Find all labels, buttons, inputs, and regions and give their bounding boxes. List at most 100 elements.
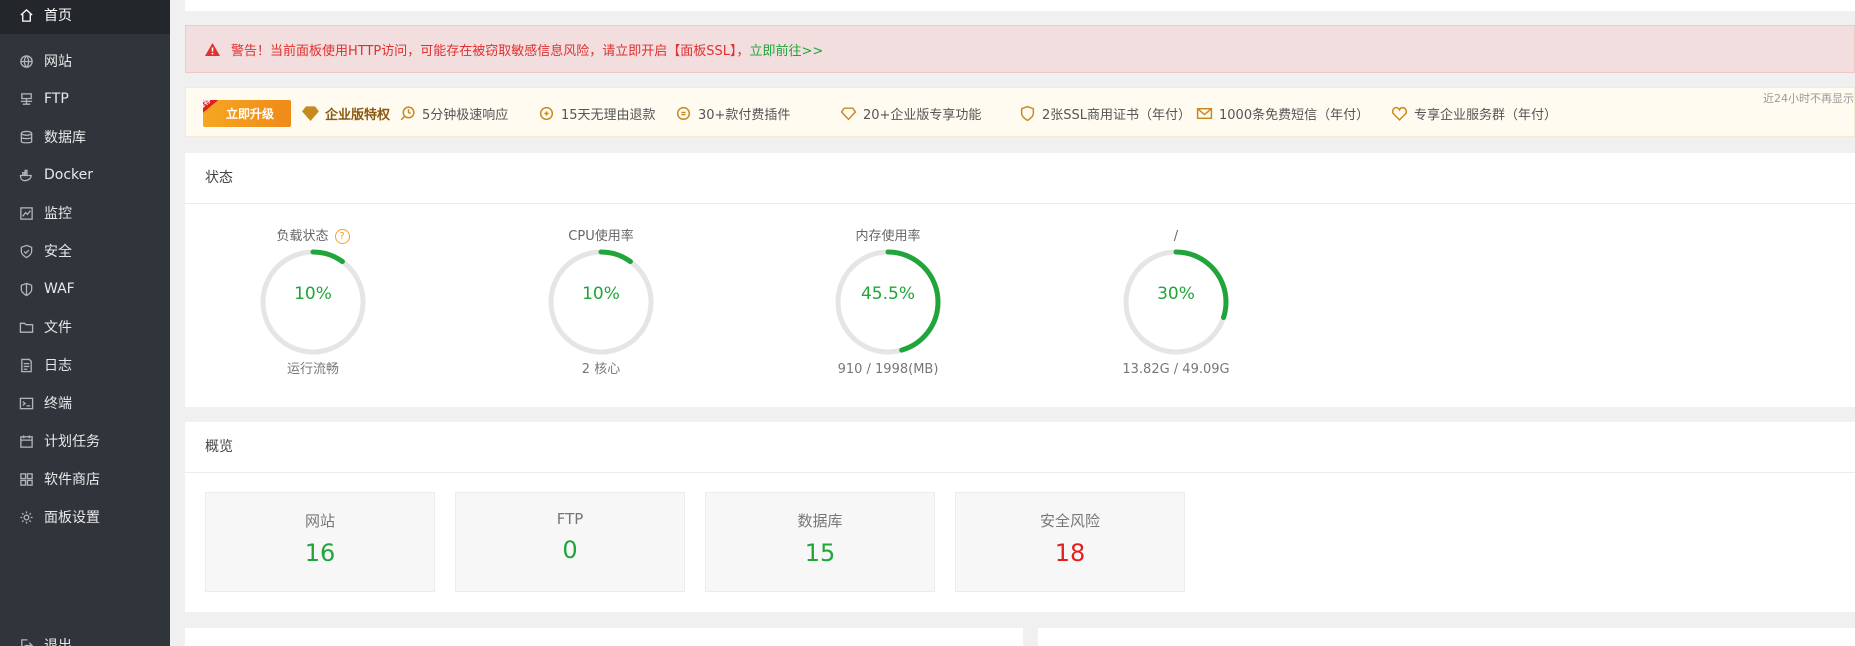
enterprise-headline: 企业版特权 — [325, 107, 391, 123]
top-panel — [185, 0, 1855, 11]
folder-icon — [18, 319, 34, 335]
waf-shield-icon — [18, 281, 34, 297]
docker-icon — [18, 167, 34, 183]
sidebar-item-home[interactable]: 首页 — [0, 0, 170, 34]
sidebar-item-website[interactable]: 网站 — [0, 42, 170, 80]
sidebar-item-logs[interactable]: 日志 — [0, 346, 170, 384]
sidebar-item-settings[interactable]: 面板设置 — [0, 498, 170, 536]
sidebar-item-monitor[interactable]: 监控 — [0, 194, 170, 232]
refund-icon — [539, 106, 554, 120]
upgrade-button-label: 立即升级 — [225, 107, 274, 121]
sidebar-item-database[interactable]: 数据库 — [0, 118, 170, 156]
promo-feature: 1000条免费短信（年付） — [1196, 88, 1369, 138]
heart-service-icon — [1391, 106, 1408, 121]
promo-feature: 5分钟极速响应 — [399, 88, 508, 138]
sidebar-item-label: 监控 — [44, 206, 72, 222]
ssl-warning-alert: 警告！当前面板使用HTTP访问，可能存在被窃取敏感信息风险，请立即开启【面板SS… — [185, 25, 1855, 73]
memory-gauge: 内存使用率 45.5% 910 / 1998(MB) — [788, 227, 988, 380]
gauge-value: 10% — [582, 284, 620, 304]
gauge-label: 内存使用率 — [855, 229, 921, 244]
gauge-label: 负载状态 — [276, 229, 329, 244]
shield-icon — [18, 243, 34, 259]
enable-ssl-link[interactable]: 立即前往>> — [750, 40, 824, 59]
main-content: 警告！当前面板使用HTTP访问，可能存在被窃取敏感信息风险，请立即开启【面板SS… — [170, 0, 1855, 646]
sidebar-item-label: 面板设置 — [44, 510, 100, 526]
promo-feature-label: 2张SSL商用证书（年付） — [1042, 107, 1192, 123]
sidebar-item-waf[interactable]: WAF — [0, 270, 170, 308]
overview-website[interactable]: 网站 16 — [205, 492, 435, 592]
overview-value: 15 — [804, 539, 836, 567]
help-icon[interactable]: ? — [334, 229, 350, 244]
bottom-left-panel — [185, 628, 1023, 646]
monitor-icon — [18, 205, 34, 221]
overview-value: 18 — [1054, 539, 1086, 567]
gauge-label: CPU使用率 — [568, 229, 634, 244]
apps-grid-icon — [18, 471, 34, 487]
calendar-icon — [18, 433, 34, 449]
home-icon — [18, 7, 34, 23]
sidebar-item-ftp[interactable]: FTP — [0, 80, 170, 118]
overview-security-risk[interactable]: 安全风险 18 — [955, 492, 1185, 592]
sidebar-item-label: 计划任务 — [44, 434, 100, 450]
promo-feature: 2张SSL商用证书（年付） — [1019, 88, 1191, 138]
promo-feature: 20+企业版专享功能 — [840, 88, 981, 138]
ftp-icon — [18, 91, 34, 107]
sidebar-item-label: 安全 — [44, 244, 72, 260]
sidebar: 首页 网站 FTP 数据库 Docker 监控 安全 WAF 文件 日志 终端 — [0, 0, 170, 646]
promo-feature-label: 1000条免费短信（年付） — [1219, 107, 1370, 123]
terminal-icon — [18, 395, 34, 411]
sidebar-item-label: FTP — [44, 91, 69, 107]
upgrade-now-button[interactable]: 推荐 立即升级 — [203, 100, 291, 127]
sidebar-item-files[interactable]: 文件 — [0, 308, 170, 346]
sidebar-item-label: 首页 — [44, 8, 72, 24]
promo-feature-label: 20+企业版专享功能 — [863, 107, 982, 123]
disk-gauge: / 30% 13.82G / 49.09G — [1076, 227, 1276, 380]
gauge-sub: 13.82G / 49.09G — [1122, 362, 1230, 377]
promo-feature-label: 专享企业服务群（年付） — [1414, 107, 1558, 123]
diamond-icon — [302, 105, 319, 121]
ssl-cert-icon — [1020, 105, 1035, 121]
gauge-sub: 910 / 1998(MB) — [837, 362, 939, 377]
fast-response-icon — [400, 105, 415, 120]
alert-text: 警告！当前面板使用HTTP访问，可能存在被窃取敏感信息风险，请立即开启【面板SS… — [231, 43, 750, 59]
sidebar-item-label: Docker — [44, 167, 94, 183]
overview-title: 概览 — [205, 439, 233, 455]
log-icon — [18, 357, 34, 373]
gauge-sub: 2 核心 — [581, 362, 621, 377]
load-gauge: 负载状态? 10% 运行流畅 — [213, 227, 413, 380]
sidebar-item-store[interactable]: 软件商店 — [0, 460, 170, 498]
sidebar-item-docker[interactable]: Docker — [0, 156, 170, 194]
sidebar-item-label: WAF — [44, 281, 75, 297]
overview-label: 数据库 — [797, 512, 843, 530]
sidebar-item-logout[interactable]: 退出 — [0, 626, 170, 646]
sidebar-item-terminal[interactable]: 终端 — [0, 384, 170, 422]
promo-feature-label: 5分钟极速响应 — [422, 107, 509, 123]
globe-icon — [18, 53, 34, 69]
recommend-tag: 推荐 — [203, 100, 224, 122]
overview-database[interactable]: 数据库 15 — [705, 492, 935, 592]
overview-ftp[interactable]: FTP 0 — [455, 492, 685, 592]
sidebar-item-security[interactable]: 安全 — [0, 232, 170, 270]
cpu-gauge: CPU使用率 10% 2 核心 — [501, 227, 701, 380]
overview-label: 网站 — [304, 512, 335, 530]
overview-label: 安全风险 — [1039, 512, 1100, 530]
gauge-label: / — [1173, 229, 1179, 244]
warning-icon — [205, 42, 220, 56]
bottom-right-panel — [1038, 628, 1855, 646]
gauge-value: 30% — [1157, 284, 1195, 304]
sidebar-item-label: 软件商店 — [44, 472, 100, 488]
promo-feature: 30+款付费插件 — [675, 88, 790, 138]
mail-icon — [1196, 107, 1213, 119]
promo-feature-label: 15天无理由退款 — [561, 107, 656, 123]
sidebar-item-label: 终端 — [44, 396, 72, 412]
overview-label: FTP — [556, 510, 584, 528]
gear-icon — [18, 509, 34, 525]
hide-24h-link[interactable]: 近24小时不再显示 — [1763, 90, 1854, 106]
divider — [185, 472, 1855, 473]
overview-value: 16 — [304, 539, 336, 567]
gauge-value: 45.5% — [860, 284, 915, 304]
sidebar-item-label: 退出 — [44, 638, 72, 646]
logout-icon — [18, 637, 34, 646]
divider — [185, 203, 1855, 204]
sidebar-item-cron[interactable]: 计划任务 — [0, 422, 170, 460]
